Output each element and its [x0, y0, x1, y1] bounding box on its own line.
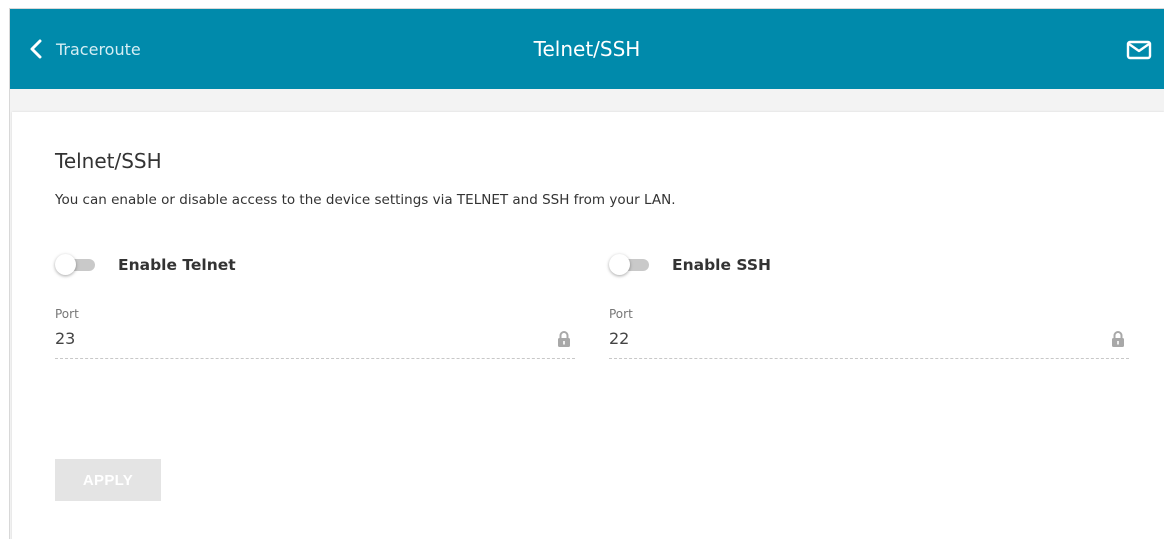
- field-underline: [55, 358, 575, 359]
- section-description: You can enable or disable access to the …: [55, 192, 676, 208]
- toggle-knob: [55, 254, 76, 275]
- telnet-port-input[interactable]: [55, 329, 535, 348]
- top-bar: Traceroute Telnet/SSH: [10, 9, 1164, 89]
- ssh-toggle-row: Enable SSH: [609, 253, 771, 277]
- mail-button[interactable]: [1126, 40, 1152, 60]
- lock-icon: [1111, 330, 1125, 348]
- apply-button[interactable]: APPLY: [55, 459, 161, 501]
- ssh-toggle-label: Enable SSH: [672, 256, 772, 274]
- telnet-toggle[interactable]: [55, 253, 97, 277]
- field-underline: [609, 358, 1129, 359]
- telnet-port-label: Port: [55, 307, 79, 321]
- settings-card: Telnet/SSH You can enable or disable acc…: [12, 112, 1164, 539]
- ssh-port-label: Port: [609, 307, 633, 321]
- telnet-toggle-row: Enable Telnet: [55, 253, 236, 277]
- ssh-port-input[interactable]: [609, 329, 1089, 348]
- mail-icon: [1126, 40, 1152, 60]
- section-title: Telnet/SSH: [55, 149, 162, 173]
- toggle-knob: [609, 254, 630, 275]
- page-title: Telnet/SSH: [533, 37, 641, 61]
- lock-icon: [557, 330, 571, 348]
- telnet-port-field: Port: [55, 307, 575, 369]
- ssh-port-field: Port: [609, 307, 1129, 369]
- telnet-toggle-label: Enable Telnet: [118, 256, 236, 274]
- app-window: Traceroute Telnet/SSH Telnet/SSH You can…: [9, 8, 1164, 539]
- ssh-toggle[interactable]: [609, 253, 651, 277]
